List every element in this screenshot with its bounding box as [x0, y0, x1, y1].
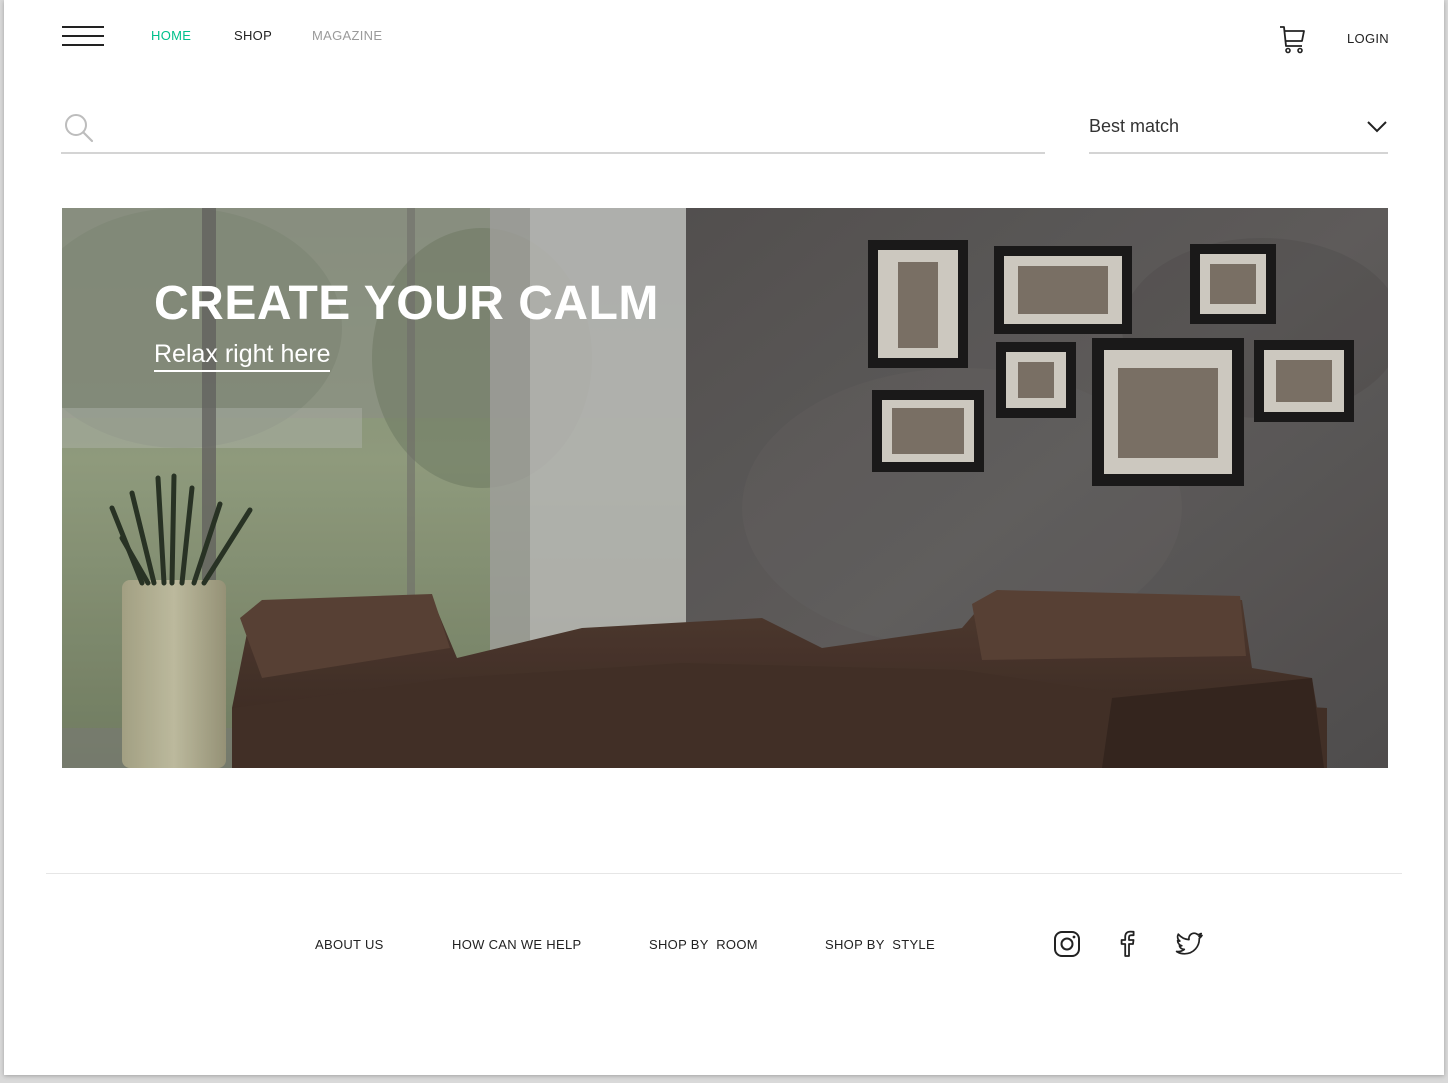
- footer-divider: [46, 873, 1402, 874]
- nav-home[interactable]: HOME: [151, 28, 191, 43]
- sort-selected-value: Best match: [1089, 116, 1180, 136]
- hero-title: CREATE YOUR CALM: [154, 277, 659, 330]
- facebook-icon[interactable]: [1112, 929, 1142, 959]
- footer-help[interactable]: HOW CAN WE HELP: [452, 937, 581, 952]
- page: HOME SHOP MAGAZINE LOGIN Best match CREA…: [4, 0, 1444, 1075]
- footer-shop-by-style[interactable]: SHOP BY STYLE: [825, 937, 935, 952]
- search-bar: [61, 108, 1045, 154]
- search-input[interactable]: [105, 112, 1029, 148]
- nav-magazine[interactable]: MAGAZINE: [312, 28, 382, 43]
- hero-subtitle-link[interactable]: Relax right here: [154, 340, 331, 372]
- footer-about-us[interactable]: ABOUT US: [315, 937, 384, 952]
- login-link[interactable]: LOGIN: [1347, 31, 1389, 46]
- hero-banner[interactable]: CREATE YOUR CALM Relax right here: [62, 208, 1388, 768]
- footer-shop-by-room[interactable]: SHOP BY ROOM: [649, 937, 758, 952]
- chevron-down-icon: [1367, 121, 1387, 133]
- instagram-icon[interactable]: [1052, 929, 1082, 959]
- twitter-icon[interactable]: [1174, 929, 1204, 959]
- nav-shop[interactable]: SHOP: [234, 28, 272, 43]
- cart-icon[interactable]: [1278, 24, 1306, 54]
- menu-line: [62, 44, 104, 46]
- menu-line: [62, 35, 104, 37]
- sort-dropdown[interactable]: Best match: [1089, 108, 1388, 154]
- hamburger-menu-icon[interactable]: [62, 26, 104, 48]
- menu-line: [62, 26, 104, 28]
- search-icon[interactable]: [63, 112, 95, 144]
